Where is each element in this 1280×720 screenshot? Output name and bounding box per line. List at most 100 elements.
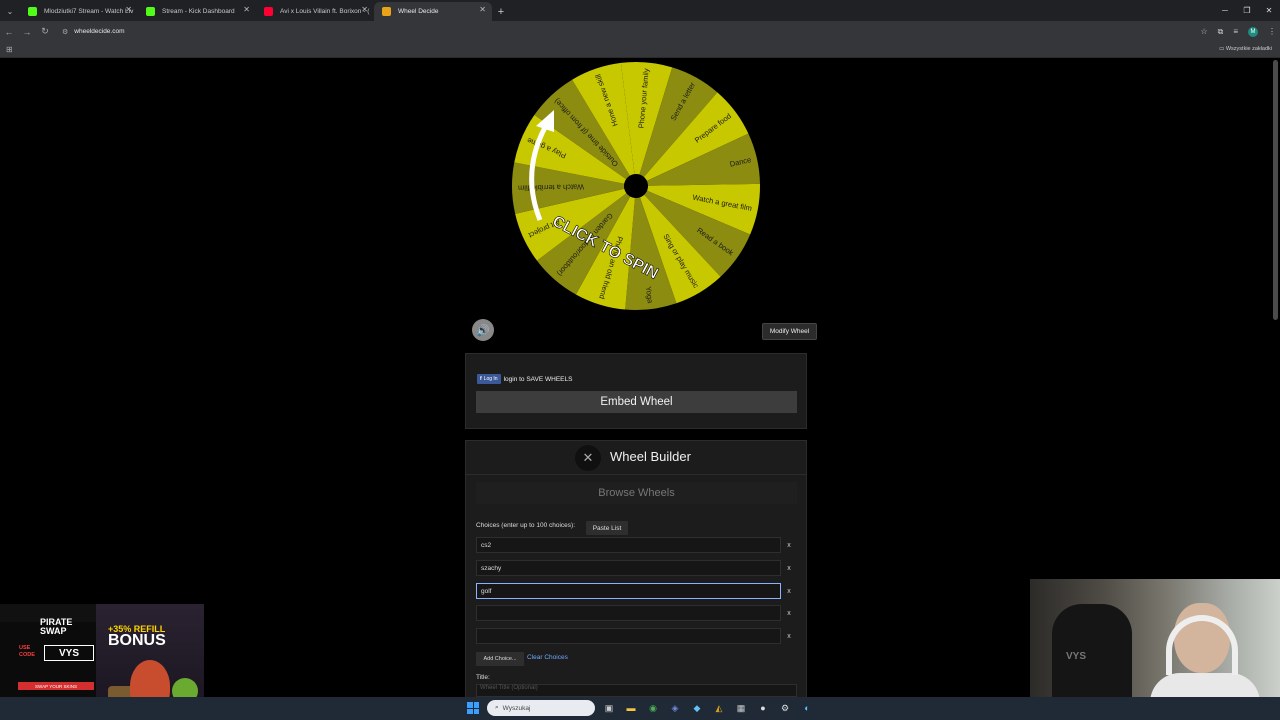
kick-favicon-icon [28,7,37,16]
ad-brand-logo: PIRATE SWAP [40,618,72,636]
bookmark-star-icon[interactable]: ☆ [1200,27,1207,36]
search-icon: ⌕ [495,704,499,711]
edge-icon[interactable]: ◐ [800,701,814,715]
remove-choice-button[interactable]: x [781,583,797,599]
wheel-builder-panel: ✕ Wheel Builder Browse Wheels Choices (e… [465,440,807,698]
folder-icon: ▭ [1219,46,1225,52]
forward-icon[interactable]: → [18,27,36,37]
choice-row: golf x [476,583,797,599]
bookmarks-bar: ⊞ ▭ Wszystkie zakładki [0,42,1280,58]
browser-tab-bar: ⌄ Mlodziutki7 Stream - Watch Liv ✕ Strea… [0,0,1280,21]
settings-icon[interactable]: ⚙ [778,701,792,715]
browse-wheels-button[interactable]: Browse Wheels [476,482,797,504]
kick-favicon-icon [146,7,155,16]
tools-icon: ✕ [575,445,601,471]
ad-code-box: VYS [44,645,94,661]
reload-icon[interactable]: ↻ [36,26,54,37]
modify-wheel-button[interactable]: Modify Wheel [762,323,817,340]
window-controls: ─ ❐ ✕ [1214,0,1280,21]
ad-swap-strip: SWAP YOUR SKINS [18,682,94,690]
facebook-login-button[interactable]: f Log In [477,374,501,384]
remove-choice-button[interactable]: x [781,628,797,644]
minimize-icon[interactable]: ─ [1214,0,1236,21]
task-view-icon[interactable]: ▣ [602,701,616,715]
windows-start-icon[interactable] [467,702,479,714]
choice-input[interactable] [476,605,781,621]
remove-choice-button[interactable]: x [781,605,797,621]
choice-input[interactable]: szachy [476,560,781,576]
add-choice-button[interactable]: Add Choice... [476,652,524,666]
choice-input-focused[interactable]: golf [476,583,781,599]
wheel-builder-title: Wheel Builder [610,449,691,464]
url-text: wheeldecide.com [74,28,125,35]
tab-title: Wheel Decide [398,8,439,15]
choice-row: cs2 x [476,537,797,553]
close-tab-icon[interactable]: ✕ [243,5,250,14]
wheel-title-input[interactable]: Wheel Title (Optional) [476,684,797,697]
choice-row: szachy x [476,560,797,576]
ad-bonus-text: BONUS [108,632,166,649]
choice-row: x [476,628,797,644]
page-scrollbar[interactable] [1273,60,1278,320]
remove-choice-button[interactable]: x [781,537,797,553]
speaker-icon[interactable]: 🔊 [472,319,494,341]
fb-login-label: Log In [483,376,498,382]
browser-tab[interactable]: Mlodziutki7 Stream - Watch Liv ✕ [20,2,138,21]
wheeldecide-favicon-icon [382,7,391,16]
browser-tab[interactable]: Avi x Louis Villain ft. Borixon - ( ✕ [256,2,374,21]
taskbar-search-placeholder: Wyszukaj [502,704,531,712]
close-window-icon[interactable]: ✕ [1258,0,1280,21]
choice-input[interactable]: cs2 [476,537,781,553]
clear-choices-link[interactable]: Clear Choices [527,654,568,661]
spin-wheel[interactable]: Phone your family Send a letter Prepare fo… [510,60,762,312]
browser-tab-active[interactable]: Wheel Decide ✕ [374,2,492,21]
apps-grid-icon[interactable]: ⊞ [6,45,13,54]
restore-icon[interactable]: ❐ [1236,0,1258,21]
taskbar-search[interactable]: ⌕ Wyszukaj [487,700,595,716]
calculator-icon[interactable]: ▦ [734,701,748,715]
remove-choice-button[interactable]: x [781,560,797,576]
ad-brand-line: SWAP [40,626,67,636]
browser-toolbar: ← → ↻ ⚙ wheeldecide.com ☆ ⧉ ≡ M ⋮ [0,21,1280,42]
tab-title: Avi x Louis Villain ft. Borixon - ( [280,8,370,15]
all-bookmarks-link[interactable]: ▭ Wszystkie zakładki [1219,46,1272,52]
media-icon[interactable]: ≡ [1233,27,1238,36]
close-tab-icon[interactable]: ✕ [125,5,132,14]
wheel-segment-label: Watch a terrible film [518,182,584,192]
wheel-graphic: Phone your family Send a letterPrepare fo… [512,62,760,310]
choice-input[interactable] [476,628,781,644]
title-label: Title: [476,674,490,681]
choice-row: x [476,605,797,621]
tab-search-icon[interactable]: ⌄ [0,2,20,21]
facebook-login: f Log In login to SAVE WHEELS [477,374,572,384]
close-tab-icon[interactable]: ✕ [361,5,368,14]
profile-avatar[interactable]: M [1248,26,1258,37]
toolbar-actions: ☆ ⧉ ≡ M ⋮ [1200,21,1276,42]
menu-icon[interactable]: ⋮ [1268,27,1276,36]
app-icon[interactable]: ◆ [690,701,704,715]
youtube-favicon-icon [264,7,273,16]
chrome-icon[interactable]: ◉ [646,701,660,715]
new-tab-icon[interactable]: + [492,2,510,21]
wheel-hub [624,174,648,198]
address-bar[interactable]: ⚙ wheeldecide.com [62,28,125,36]
wheel-builder-header: ✕ Wheel Builder [466,441,806,475]
embed-wheel-button[interactable]: Embed Wheel [476,391,797,413]
paste-list-button[interactable]: Paste List [586,521,628,535]
back-icon[interactable]: ← [0,27,18,37]
browser-tab[interactable]: Stream - Kick Dashboard ✕ [138,2,256,21]
discord-icon[interactable]: ◈ [668,701,682,715]
facebook-icon: f [480,376,482,382]
league-icon[interactable]: ◭ [712,701,726,715]
close-tab-icon[interactable]: ✕ [479,5,486,14]
file-explorer-icon[interactable]: ▬ [624,701,638,715]
save-panel: f Log In login to SAVE WHEELS Embed Whee… [465,353,807,429]
hoodie-text: VYS [1066,651,1087,662]
obs-icon[interactable]: ● [756,701,770,715]
all-bookmarks-label: Wszystkie zakładki [1225,46,1272,52]
site-info-icon[interactable]: ⚙ [62,28,68,36]
extensions-icon[interactable]: ⧉ [1218,27,1224,37]
login-text: login to SAVE WHEELS [503,375,573,383]
tab-title: Mlodziutki7 Stream - Watch Liv [44,8,134,15]
choices-label: Choices (enter up to 100 choices): [476,522,575,529]
